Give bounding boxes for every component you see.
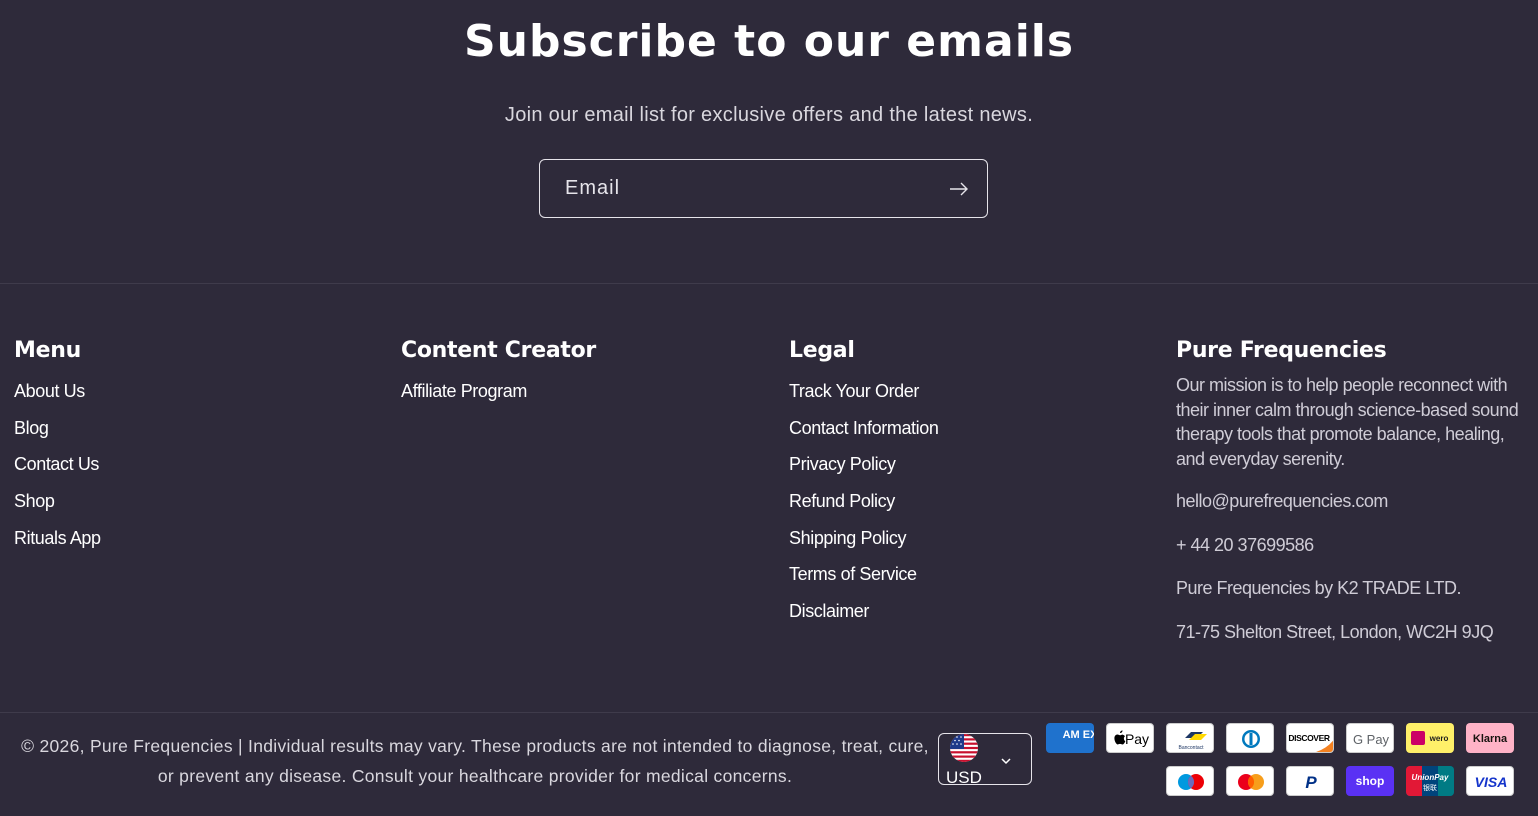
svg-text:VISA: VISA (1475, 774, 1508, 790)
footer-link-privacy-policy[interactable]: Privacy Policy (789, 454, 938, 491)
footer-link-contact-us[interactable]: Contact Us (14, 454, 101, 491)
chevron-down-icon (1001, 758, 1011, 765)
apple-pay-icon: Pay (1106, 723, 1154, 753)
bancontact-icon: Bancontact (1166, 723, 1214, 753)
svg-text:DISCOVER: DISCOVER (1288, 733, 1329, 743)
currency-selector[interactable]: USD (938, 733, 1032, 787)
footer-link-rituals-app[interactable]: Rituals App (14, 528, 101, 565)
company-name: Pure Frequencies by K2 TRADE LTD. (1176, 578, 1461, 598)
footer-content-creator-column: Content Creator Affiliate Program (401, 338, 596, 418)
ideal-wero-icon: wero (1406, 723, 1454, 753)
footer-link-refund-policy[interactable]: Refund Policy (789, 491, 938, 528)
amex-icon: AM EX (1046, 723, 1094, 753)
us-flag-icon (950, 734, 978, 762)
footer-content-creator-heading: Content Creator (401, 338, 596, 363)
footer-legal-heading: Legal (789, 338, 855, 363)
section-divider (0, 283, 1538, 284)
footer-menu-column: Menu About Us Blog Contact Us Shop Ritua… (14, 338, 101, 564)
footer-bottom-bar: © 2026, Pure Frequencies | Individual re… (0, 713, 1538, 816)
email-form (539, 159, 988, 218)
footer-about-heading: Pure Frequencies (1176, 338, 1387, 363)
klarna-icon: Klarna (1466, 723, 1514, 753)
diners-club-icon (1226, 723, 1274, 753)
visa-icon: VISA (1466, 766, 1514, 796)
footer-link-disclaimer[interactable]: Disclaimer (789, 601, 938, 638)
unionpay-icon: UnionPay 银联 (1406, 766, 1454, 796)
svg-text:Bancontact: Bancontact (1178, 745, 1204, 751)
mission-statement: Our mission is to help people reconnect … (1176, 375, 1519, 469)
footer-menu-heading: Menu (14, 338, 81, 363)
paypal-icon: P (1286, 766, 1334, 796)
newsletter-subtitle: Join our email list for exclusive offers… (504, 104, 1034, 126)
svg-text:P: P (1305, 773, 1317, 792)
svg-text:Klarna: Klarna (1473, 733, 1508, 745)
subscribe-submit-button[interactable] (947, 177, 971, 201)
footer-link-shipping-policy[interactable]: Shipping Policy (789, 528, 938, 565)
contact-phone: + 44 20 37699586 (1176, 534, 1314, 555)
newsletter-title: Subscribe to our emails (463, 16, 1075, 67)
svg-text:UnionPay: UnionPay (1412, 773, 1449, 782)
svg-text:G Pay: G Pay (1353, 732, 1390, 747)
currency-label: USD (946, 768, 982, 787)
svg-text:银联: 银联 (1423, 783, 1437, 792)
footer-link-affiliate-program[interactable]: Affiliate Program (401, 381, 596, 418)
footer-link-terms-of-service[interactable]: Terms of Service (789, 564, 938, 601)
copyright-disclaimer: © 2026, Pure Frequencies | Individual re… (21, 736, 929, 786)
google-pay-icon: G Pay (1346, 723, 1394, 753)
shop-pay-icon: shop (1346, 766, 1394, 796)
footer-legal-column: Legal Track Your Order Contact Informati… (789, 338, 939, 638)
email-input[interactable] (540, 160, 940, 217)
mastercard-icon (1226, 766, 1274, 796)
footer-link-shop[interactable]: Shop (14, 491, 101, 528)
svg-text:AM EX: AM EX (1063, 729, 1094, 741)
svg-text:wero: wero (1429, 734, 1449, 743)
footer-link-blog[interactable]: Blog (14, 418, 101, 455)
newsletter-section: Subscribe to our emails Join our email l… (0, 0, 1538, 284)
svg-text:shop: shop (1356, 774, 1385, 788)
maestro-icon (1166, 766, 1214, 796)
footer-about-column: Pure Frequencies Our mission is to help … (1176, 338, 1521, 644)
contact-email: hello@purefrequencies.com (1176, 491, 1388, 511)
svg-text:Pay: Pay (1125, 731, 1149, 747)
discover-icon: DISCOVER (1286, 723, 1334, 753)
company-address: 71-75 Shelton Street, London, WC2H 9JQ (1176, 621, 1494, 642)
footer-link-contact-information[interactable]: Contact Information (789, 418, 939, 455)
arrow-right-icon (950, 182, 968, 196)
footer-link-about-us[interactable]: About Us (14, 381, 101, 418)
footer-link-track-order[interactable]: Track Your Order (789, 381, 938, 418)
